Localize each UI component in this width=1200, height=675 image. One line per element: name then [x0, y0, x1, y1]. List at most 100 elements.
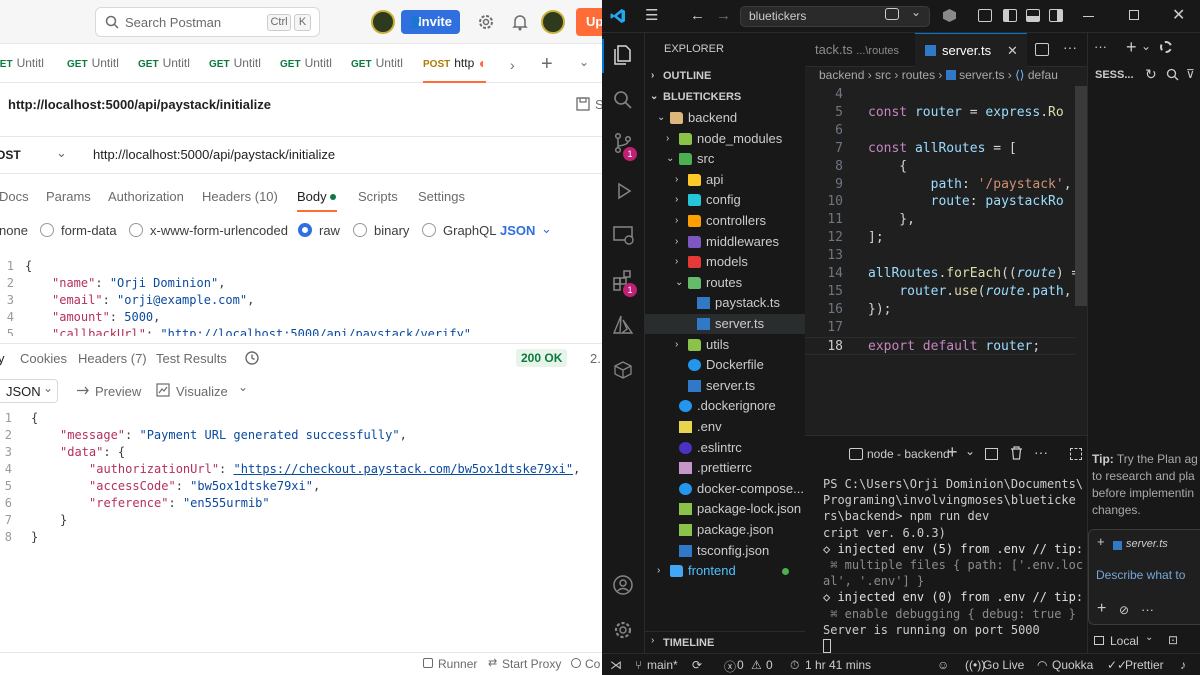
toggle-panel-icon[interactable] [1026, 9, 1040, 22]
remote-icon[interactable]: ⋊ [610, 658, 622, 672]
attach-plus-icon[interactable]: + [1097, 600, 1106, 618]
radio-label[interactable]: none [0, 223, 28, 238]
breadcrumb-item[interactable]: routes [902, 68, 935, 82]
folder-item[interactable]: › config [645, 190, 805, 210]
chevron-down-icon[interactable]: ⌄ [1145, 632, 1153, 643]
chevron-down-icon[interactable]: ⌄ [1141, 39, 1151, 53]
tab-body[interactable]: Body [297, 189, 327, 204]
avatar[interactable] [541, 10, 565, 34]
bell-icon[interactable] [512, 13, 528, 31]
time-tracker[interactable]: 1 hr 41 mins [805, 658, 871, 672]
folder-item[interactable]: › middlewares [645, 232, 805, 252]
radio-label[interactable]: form-data [61, 223, 117, 238]
copilot-icon[interactable]: ☺ [937, 658, 949, 672]
file-item[interactable]: package-lock.json [645, 499, 805, 519]
more-actions-icon[interactable]: ··· [1034, 444, 1048, 460]
radio-graphql[interactable] [422, 223, 436, 237]
new-chat-plus-icon[interactable]: + [1126, 37, 1137, 58]
forward-arrow-icon[interactable]: → [716, 7, 731, 24]
tab-request[interactable]: GETUntitl [209, 56, 265, 70]
filter-icon[interactable]: ⊽ [1186, 67, 1195, 81]
copilot-icon[interactable] [885, 8, 899, 20]
invite-button[interactable]: 👤 Invite [401, 10, 460, 34]
more-actions-icon[interactable]: ··· [1141, 602, 1154, 617]
radio-label[interactable]: raw [319, 223, 340, 238]
menu-icon[interactable]: ☰ [645, 8, 658, 23]
request-title[interactable]: http://localhost:5000/api/paystack/initi… [8, 97, 271, 112]
prettier-button[interactable]: Prettier [1125, 658, 1164, 672]
breadcrumb-item[interactable]: defau [1028, 68, 1058, 82]
golive-button[interactable]: Go Live [983, 658, 1024, 672]
quokka-button[interactable]: Quokka [1052, 658, 1093, 672]
tab-params[interactable]: Params [46, 189, 91, 204]
file-item[interactable]: paystack.ts [645, 293, 805, 313]
radio-raw[interactable] [298, 223, 312, 237]
maximize-panel-icon[interactable] [1070, 448, 1082, 460]
chevron-right-icon[interactable]: › [510, 57, 515, 73]
radio-label[interactable]: binary [374, 223, 409, 238]
search-input[interactable]: Search Postman Ctrl K [95, 7, 320, 37]
file-item[interactable]: server.ts [645, 314, 805, 334]
editor-scrollbar[interactable] [1075, 86, 1087, 306]
radio-label[interactable]: GraphQL [443, 223, 496, 238]
notifications-bell-icon[interactable]: ♪ [1180, 658, 1186, 672]
toggle-sidebar-icon[interactable] [1003, 9, 1017, 22]
save-icon[interactable] [576, 97, 590, 111]
tab-request[interactable]: GETUntitl [280, 56, 336, 70]
visualize-icon[interactable] [156, 383, 170, 397]
new-terminal-plus-icon[interactable]: + [947, 442, 958, 463]
folder-item[interactable]: › models [645, 252, 805, 272]
run-debug-icon[interactable] [611, 179, 637, 205]
cookies-button[interactable]: Co [585, 657, 600, 671]
branch-label[interactable]: main* [647, 658, 678, 672]
radio-binary[interactable] [353, 223, 367, 237]
tab-authorization[interactable]: Authorization [108, 189, 184, 204]
warnings-icon[interactable]: ⚠ [751, 658, 762, 672]
history-icon[interactable] [244, 350, 260, 366]
search-icon[interactable] [1166, 68, 1179, 81]
layout-customize-icon[interactable] [978, 9, 992, 22]
tab-request-active[interactable]: POST http [423, 56, 483, 70]
chevron-down-icon[interactable]: ⌄ [579, 55, 589, 69]
extension-icon[interactable] [943, 9, 956, 22]
explorer-icon[interactable] [611, 43, 637, 69]
close-icon[interactable]: ✕ [1172, 5, 1185, 25]
tab-docs[interactable]: Docs [0, 189, 29, 204]
chat-settings-icon[interactable] [1160, 41, 1172, 53]
response-link[interactable]: "https://checkout.paystack.com/bw5ox1dts… [234, 462, 574, 476]
azure-icon[interactable] [611, 313, 637, 339]
folder-item[interactable]: › utils [645, 335, 805, 355]
close-icon[interactable]: ✕ [1007, 34, 1018, 68]
breadcrumb-item[interactable]: src [875, 68, 891, 82]
chevron-down-icon[interactable]: ⌄ [911, 5, 921, 19]
preview-button[interactable]: Preview [95, 384, 141, 399]
runner-button[interactable]: Runner [438, 657, 477, 671]
tab-test-results[interactable]: Test Results [156, 351, 227, 366]
tools-icon[interactable]: ⊘ [1119, 603, 1129, 617]
upgrade-button[interactable]: Up [576, 8, 602, 36]
file-item[interactable]: docker-compose.... [645, 479, 808, 499]
file-item[interactable]: .env [645, 417, 805, 437]
containers-icon[interactable] [611, 358, 637, 384]
tab-response-headers[interactable]: Headers (7) [78, 351, 147, 366]
context-file-chip[interactable]: server.ts [1126, 538, 1168, 550]
radio-label[interactable]: x-www-form-urlencoded [150, 223, 288, 238]
maximize-icon[interactable] [1129, 10, 1139, 20]
visualize-button[interactable]: Visualize [176, 384, 228, 399]
chat-more-icon[interactable]: ··· [1094, 39, 1107, 54]
start-proxy-button[interactable]: Start Proxy [502, 657, 561, 671]
remote-explorer-icon[interactable] [611, 223, 637, 249]
chevron-down-icon[interactable]: ⌄ [541, 221, 552, 237]
refresh-icon[interactable]: ↻ [1145, 66, 1157, 83]
errors-icon[interactable]: ⓧ [724, 658, 736, 675]
folder-item[interactable]: › api [645, 170, 805, 190]
tab-request[interactable]: GETUntitl [67, 56, 123, 70]
save-button[interactable]: S [595, 97, 602, 112]
response-body-viewer[interactable]: 1 { 2 "message": "Payment URL generated su… [0, 410, 602, 550]
file-item[interactable]: .eslintrc [645, 438, 805, 458]
file-item[interactable]: Dockerfile [645, 355, 805, 375]
editor-tab[interactable]: tack.ts ...\routes [805, 33, 913, 67]
tab-request[interactable]: GETUntitl [138, 56, 194, 70]
file-item[interactable]: tsconfig.json [645, 541, 805, 561]
account-icon[interactable] [611, 573, 637, 599]
